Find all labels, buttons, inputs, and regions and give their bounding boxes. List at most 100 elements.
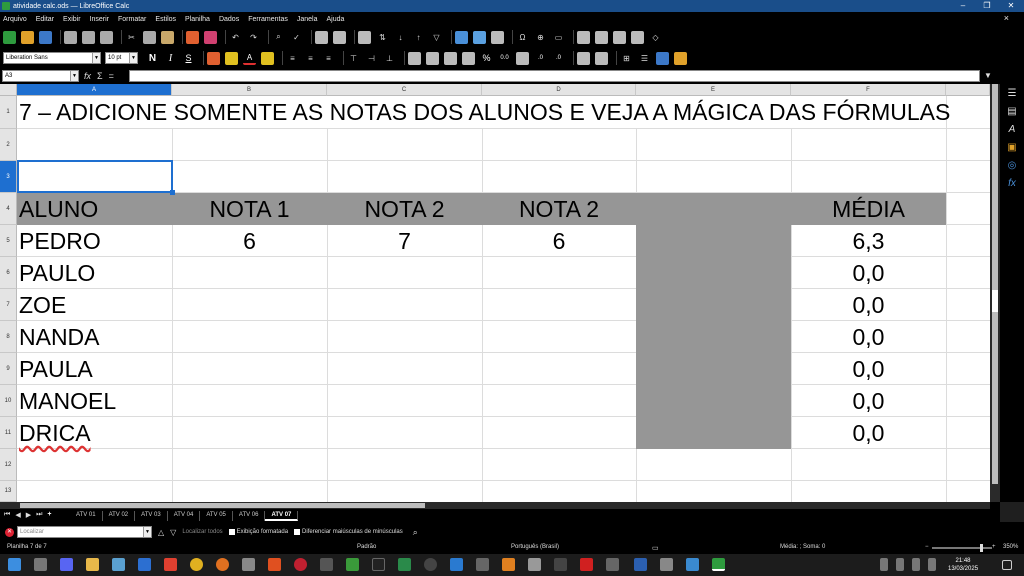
formula-equals-icon[interactable]: = — [109, 71, 114, 81]
navigator-icon[interactable]: ◎ — [1006, 160, 1018, 172]
pdf-icon[interactable] — [580, 558, 593, 571]
zoom-in-icon[interactable]: + — [992, 544, 996, 550]
special-character-icon[interactable]: Ω — [516, 31, 529, 44]
vlc-icon[interactable] — [502, 558, 515, 571]
libreoffice-calc-taskbar-icon[interactable] — [712, 558, 725, 571]
file-explorer-icon[interactable] — [86, 558, 99, 571]
border-color-icon[interactable] — [656, 51, 669, 65]
zoom-slider[interactable] — [932, 544, 992, 552]
tab-atv-03[interactable]: ATV 03 — [135, 511, 168, 521]
spelling-icon[interactable]: ✓ — [290, 31, 303, 44]
tab-atv-06[interactable]: ATV 06 — [233, 511, 266, 521]
tray-icon[interactable] — [880, 558, 888, 571]
borders-icon[interactable]: ⊞ — [620, 52, 633, 65]
discord-icon[interactable] — [60, 558, 73, 571]
spreadsheet-grid[interactable]: A B C D E F 1 2 3 4 5 6 7 8 9 10 11 12 1… — [0, 84, 990, 502]
row-header-10[interactable]: 10 — [0, 385, 17, 417]
header-media[interactable]: MÉDIA — [791, 193, 946, 225]
font-effects-icon[interactable] — [207, 51, 220, 65]
row-header-3[interactable]: 3 — [0, 161, 17, 193]
average[interactable]: 6,3 — [791, 225, 946, 257]
horizontal-scrollbar[interactable] — [0, 502, 990, 509]
menu-inserir[interactable]: Inserir — [90, 16, 109, 23]
insert-chart-icon[interactable] — [473, 30, 486, 44]
decrease-indent-icon[interactable] — [595, 51, 608, 65]
system-clock[interactable]: 21:48 13/03/2025 — [948, 557, 978, 573]
number-format-button[interactable]: 0.0 — [498, 52, 511, 65]
find-previous-icon[interactable]: △ — [158, 528, 164, 537]
autofilter-icon[interactable]: ▽ — [430, 31, 443, 44]
column-icon[interactable] — [333, 30, 346, 44]
notifications-icon[interactable] — [1002, 560, 1012, 570]
chrome-icon[interactable] — [190, 558, 203, 571]
save-icon[interactable] — [39, 30, 52, 44]
tray-icon[interactable] — [896, 558, 904, 571]
vertical-scroll-thumb[interactable] — [992, 84, 998, 484]
grade-3[interactable]: 6 — [482, 225, 636, 257]
row-icon[interactable] — [315, 30, 328, 44]
clone-formatting-icon[interactable] — [186, 30, 199, 44]
average[interactable]: 0,0 — [791, 417, 946, 449]
font-name-box[interactable]: Liberation Sans ▼ — [3, 52, 101, 64]
align-middle-icon[interactable]: ⊣ — [365, 52, 378, 65]
find-replace-icon[interactable]: ⌕ — [272, 31, 285, 44]
redo-icon[interactable]: ↷ — [247, 31, 260, 44]
app-icon[interactable] — [424, 558, 437, 571]
export-pdf-icon[interactable] — [64, 30, 77, 44]
column-header-f[interactable]: F — [791, 84, 946, 96]
app-icon[interactable] — [242, 558, 255, 571]
zoom-slider-knob[interactable] — [980, 544, 983, 552]
row-header-5[interactable]: 5 — [0, 225, 17, 257]
tab-atv-05[interactable]: ATV 05 — [200, 511, 233, 521]
app-icon[interactable] — [660, 558, 673, 571]
opera-icon[interactable] — [294, 558, 307, 571]
chevron-down-icon[interactable]: ▼ — [92, 53, 100, 63]
copy-icon[interactable] — [143, 30, 156, 44]
menu-planilha[interactable]: Planilha — [185, 16, 210, 23]
sort-icon[interactable]: ⇅ — [376, 31, 389, 44]
horizontal-scroll-thumb[interactable] — [20, 503, 425, 508]
app-icon[interactable] — [164, 558, 177, 571]
tray-icon[interactable] — [928, 558, 936, 571]
grade-1[interactable]: 6 — [172, 225, 327, 257]
language[interactable]: Português (Brasil) — [511, 544, 559, 550]
expand-formula-bar-icon[interactable]: ▼ — [984, 71, 992, 80]
header-nota3[interactable]: NOTA 2 — [482, 193, 636, 225]
select-all-corner[interactable] — [0, 84, 17, 96]
row-header-4[interactable]: 4 — [0, 193, 17, 225]
print-icon[interactable] — [82, 30, 95, 44]
comment-icon[interactable]: ▭ — [552, 31, 565, 44]
freeze-panes-icon[interactable] — [613, 30, 626, 44]
functions-icon[interactable]: fx — [1006, 178, 1018, 190]
header-nota1[interactable]: NOTA 1 — [172, 193, 327, 225]
word-icon[interactable] — [634, 558, 647, 571]
chevron-down-icon[interactable]: ▼ — [143, 527, 151, 537]
column-header-e[interactable]: E — [636, 84, 791, 96]
task-view-icon[interactable] — [34, 558, 47, 571]
app-icon[interactable] — [138, 558, 151, 571]
chevron-down-icon[interactable]: ▼ — [70, 71, 78, 81]
row-header-6[interactable]: 6 — [0, 257, 17, 289]
sort-descending-icon[interactable]: ↑ — [412, 31, 425, 44]
cell-cursor[interactable] — [17, 160, 175, 195]
header-aluno[interactable]: ALUNO — [19, 193, 98, 225]
currency-format-icon[interactable] — [462, 51, 475, 65]
clear-formatting-icon[interactable] — [204, 30, 217, 44]
align-center-icon[interactable]: ≡ — [304, 52, 317, 65]
app-icon[interactable] — [686, 558, 699, 571]
border-style-icon[interactable]: ☰ — [638, 52, 651, 65]
pivot-table-icon[interactable] — [491, 30, 504, 44]
highlight-color-icon[interactable] — [225, 51, 238, 65]
app-icon[interactable] — [320, 558, 333, 571]
close-button[interactable]: ✕ — [1000, 0, 1022, 12]
undo-icon[interactable]: ↶ — [229, 31, 242, 44]
tab-atv-04[interactable]: ATV 04 — [168, 511, 201, 521]
page-style[interactable]: Padrão — [357, 544, 376, 550]
cut-icon[interactable]: ✂ — [125, 31, 138, 44]
vertical-scroll-position[interactable] — [992, 290, 998, 312]
minimize-button[interactable]: – — [952, 0, 974, 12]
insert-image-icon[interactable] — [455, 30, 468, 44]
name-box[interactable]: A3 ▼ — [2, 70, 79, 82]
properties-icon[interactable]: ▤ — [1006, 106, 1018, 118]
align-top-icon[interactable]: ⊤ — [347, 52, 360, 65]
